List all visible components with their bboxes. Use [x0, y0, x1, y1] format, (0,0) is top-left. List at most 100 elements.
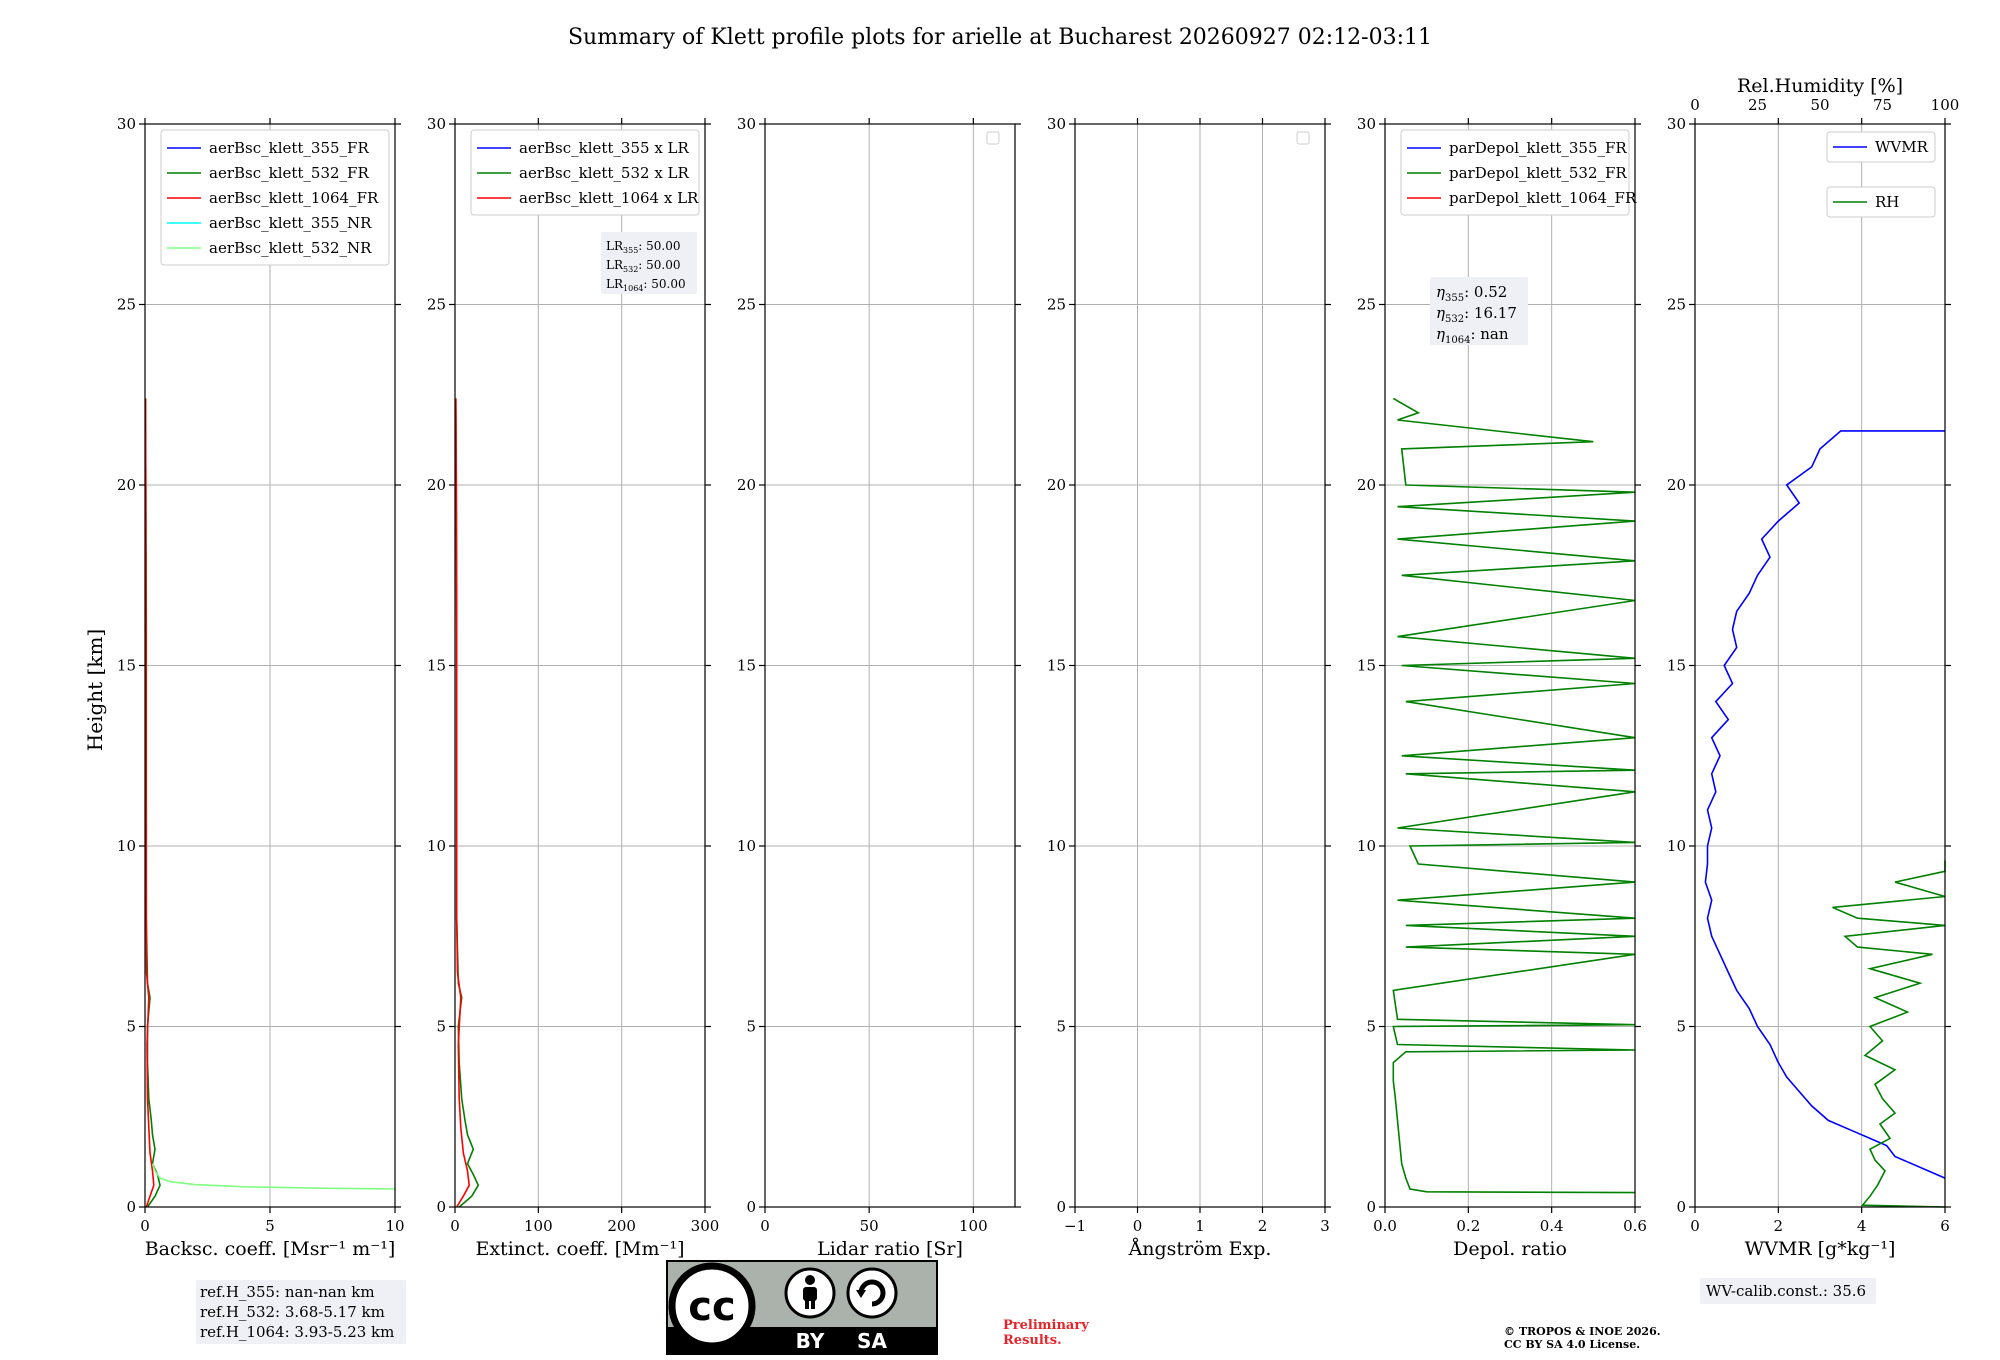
- x-tick-label: 1: [1195, 1217, 1205, 1235]
- y-tick-label: 0: [1056, 1198, 1066, 1216]
- x2-tick-label: 100: [1931, 96, 1960, 114]
- x-axis-label: Extinct. coeff. [Mm⁻¹]: [475, 1238, 684, 1260]
- empty-legend-box: [986, 131, 1000, 145]
- y-tick-label: 20: [117, 476, 136, 494]
- y-tick-label: 15: [1667, 657, 1686, 675]
- legend-label: RH: [1875, 193, 1899, 211]
- y-tick-label: 10: [1667, 837, 1686, 855]
- y-tick-label: 0: [126, 1198, 136, 1216]
- y-tick-label: 0: [1366, 1198, 1376, 1216]
- x-tick-label: 4: [1857, 1217, 1867, 1235]
- y-tick-label: 25: [117, 296, 136, 314]
- y-tick-label: 10: [1357, 837, 1376, 855]
- x-tick-label: 0.6: [1623, 1217, 1647, 1235]
- ref-height-1064: ref.H_1064: 3.93-5.23 km: [200, 1323, 395, 1341]
- x-axis-label: Depol. ratio: [1453, 1238, 1567, 1260]
- x-tick-label: 6: [1940, 1217, 1950, 1235]
- x-tick-label: 2: [1258, 1217, 1268, 1235]
- x-tick-label: 200: [607, 1217, 636, 1235]
- x2-tick-label: 75: [1873, 96, 1892, 114]
- panel-1: 0 5 10 15 20 25 30 0 5 10 Backsc. coeff. [Msr⁻¹ m⁻…: [117, 115, 405, 1260]
- x-axis-label: WVMR [g*kg⁻¹]: [1745, 1238, 1896, 1260]
- y-tick-label: 5: [746, 1018, 756, 1036]
- x2-axis-label: Rel.Humidity [%]: [1737, 75, 1903, 97]
- legend-label: aerBsc_klett_355 x LR: [519, 139, 690, 157]
- empty-legend-box: [1296, 131, 1310, 145]
- copyright-line-2: CC BY SA 4.0 License.: [1504, 1338, 1641, 1351]
- x-tick-label: 0.2: [1456, 1217, 1480, 1235]
- x-tick-label: 0: [760, 1217, 770, 1235]
- legend-label: aerBsc_klett_355_NR: [209, 214, 372, 232]
- x-tick-label: 2: [1774, 1217, 1784, 1235]
- y-tick-label: 5: [1056, 1018, 1066, 1036]
- y-tick-label: 25: [737, 296, 756, 314]
- cc-by-sa-badge: cc BY SA: [666, 1260, 938, 1355]
- by-label: BY: [796, 1329, 825, 1353]
- x-tick-label: 0.4: [1540, 1217, 1564, 1235]
- x-tick-label: 0: [450, 1217, 460, 1235]
- x-tick-label: −1: [1064, 1217, 1086, 1235]
- y-tick-label: 0: [1676, 1198, 1686, 1216]
- preliminary-note: Preliminary Results.: [1003, 1318, 1089, 1348]
- y-tick-label: 30: [427, 115, 446, 133]
- y-tick-label: 5: [436, 1018, 446, 1036]
- height-axis-label: Height [km]: [83, 629, 107, 751]
- x2-tick-label: 25: [1748, 96, 1767, 114]
- y-tick-label: 25: [427, 296, 446, 314]
- legend-label: aerBsc_klett_1064 x LR: [519, 189, 699, 207]
- y-tick-label: 5: [1366, 1018, 1376, 1036]
- y-tick-label: 15: [427, 657, 446, 675]
- preliminary-line-1: Preliminary: [1003, 1318, 1089, 1333]
- x-axis-label: Ångström Exp.: [1128, 1238, 1272, 1260]
- x-tick-label: 0: [1690, 1217, 1700, 1235]
- y-tick-label: 0: [746, 1198, 756, 1216]
- copyright-line-1: © TROPOS & INOE 2026.: [1504, 1325, 1661, 1338]
- x-axis-label: Lidar ratio [Sr]: [817, 1238, 963, 1260]
- y-tick-label: 25: [1667, 296, 1686, 314]
- legend-label: parDepol_klett_355_FR: [1449, 139, 1627, 157]
- sa-label: SA: [857, 1329, 887, 1353]
- y-tick-label: 30: [117, 115, 136, 133]
- y-tick-label: 5: [126, 1018, 136, 1036]
- legend-label: parDepol_klett_1064_FR: [1449, 189, 1637, 207]
- lidar-ratio-line: LR1064: 50.00: [606, 277, 686, 293]
- lidar-ratio-line: LR532: 50.00: [606, 258, 681, 274]
- legend-label: aerBsc_klett_355_FR: [209, 139, 369, 157]
- x-tick-label: 5: [265, 1217, 275, 1235]
- y-tick-label: 20: [427, 476, 446, 494]
- figure-title: Summary of Klett profile plots for ariel…: [568, 25, 1432, 50]
- legend-label: aerBsc_klett_532_NR: [209, 239, 372, 257]
- x-tick-label: 3: [1320, 1217, 1330, 1235]
- legend-label: aerBsc_klett_532_FR: [209, 164, 369, 182]
- x-tick-label: 0: [140, 1217, 150, 1235]
- cc-letters: cc: [688, 1284, 735, 1330]
- y-tick-label: 30: [1047, 115, 1066, 133]
- panel-5: 0 5 10 15 20 25 30 0.0 0.2 0.4 0.6 Depol. ratio parD…: [1357, 115, 1647, 1260]
- y-tick-label: 15: [117, 657, 136, 675]
- ref-height-355: ref.H_355: nan-nan km: [200, 1283, 375, 1301]
- x-tick-label: 10: [385, 1217, 404, 1235]
- y-tick-label: 20: [1047, 476, 1066, 494]
- copyright-note: © TROPOS & INOE 2026. CC BY SA 4.0 Licen…: [1504, 1325, 1661, 1351]
- legend-label: parDepol_klett_532_FR: [1449, 164, 1627, 182]
- y-tick-label: 30: [737, 115, 756, 133]
- preliminary-line-2: Results.: [1003, 1333, 1062, 1348]
- y-tick-label: 20: [1357, 476, 1376, 494]
- x2-tick-label: 0: [1690, 96, 1700, 114]
- legend-label: aerBsc_klett_1064_FR: [209, 189, 379, 207]
- x-axis-label: Backsc. coeff. [Msr⁻¹ m⁻¹]: [145, 1238, 396, 1260]
- y-tick-label: 0: [436, 1198, 446, 1216]
- y-tick-label: 25: [1047, 296, 1066, 314]
- x-tick-label: 50: [860, 1217, 879, 1235]
- klett-summary-figure: Summary of Klett profile plots for ariel…: [83, 25, 1960, 1260]
- panel-4: 051015202530−1 0 1 2 3Ångström Exp.: [1047, 115, 1331, 1260]
- panel-3: 0 5 10 15 20 25 30 0 50 100 Lidar ratio [Sr]: [737, 115, 1021, 1260]
- ref-height-532: ref.H_532: 3.68-5.17 km: [200, 1303, 385, 1321]
- x-tick-label: 300: [691, 1217, 720, 1235]
- y-tick-label: 20: [737, 476, 756, 494]
- y-tick-label: 15: [1357, 657, 1376, 675]
- y-tick-label: 5: [1676, 1018, 1686, 1036]
- y-tick-label: 10: [1047, 837, 1066, 855]
- lidar-ratio-line: LR355: 50.00: [606, 239, 681, 255]
- y-tick-label: 10: [117, 837, 136, 855]
